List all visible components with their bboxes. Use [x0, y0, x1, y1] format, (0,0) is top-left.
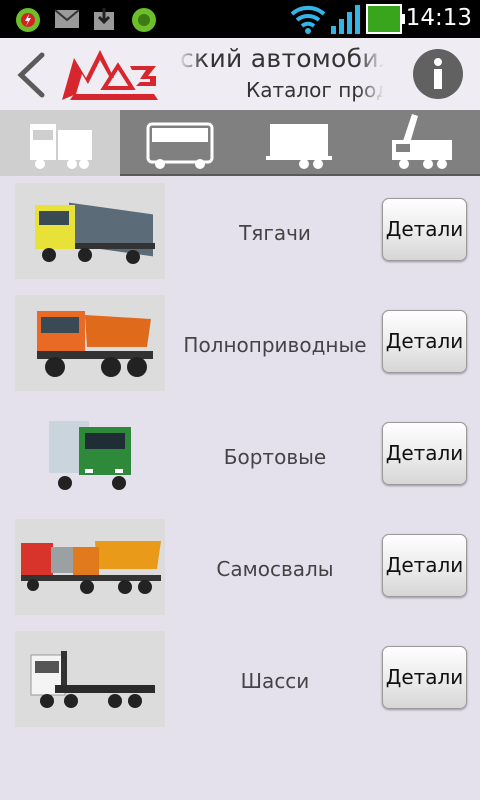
product-label: Шасси: [240, 669, 310, 693]
dump-truck-image: [21, 541, 161, 594]
details-button[interactable]: Детали: [382, 646, 467, 709]
tab-trucks[interactable]: [0, 110, 120, 176]
download-icon: [94, 8, 114, 30]
trailer-icon: [266, 124, 332, 169]
product-thumbnail: [15, 519, 165, 615]
tab-buses[interactable]: [120, 110, 240, 176]
list-item: Бортовые Детали: [0, 402, 480, 514]
details-button[interactable]: Детали: [382, 198, 467, 261]
all-wheel-drive-truck-image: [37, 311, 153, 377]
maz-logo-icon[interactable]: [60, 48, 160, 102]
chassis-image: [30, 651, 155, 708]
product-label: Самосвалы: [216, 557, 334, 581]
product-thumbnail: [15, 295, 165, 391]
product-thumbnail: [15, 407, 165, 503]
antivirus-alert-icon: [16, 8, 40, 32]
header-title: ский автомобил Каталог проду: [178, 44, 384, 106]
crane-icon: [392, 114, 452, 169]
clock: 14:13: [405, 5, 472, 31]
header-title-line1: ский автомобил: [180, 44, 384, 73]
battery-icon: [366, 4, 405, 34]
product-label: Тягачи: [239, 221, 311, 245]
details-button[interactable]: Детали: [382, 422, 467, 485]
antivirus-icon: [132, 8, 156, 32]
wifi-icon: [290, 5, 326, 34]
flatbed-truck-image: [49, 421, 131, 490]
tab-trailers[interactable]: [240, 110, 360, 176]
info-button[interactable]: [413, 49, 463, 99]
info-icon: [434, 58, 442, 89]
mail-icon: [54, 9, 80, 28]
product-thumbnail: [15, 631, 165, 727]
tractor-truck-image: [35, 202, 155, 264]
back-arrow-icon[interactable]: [14, 52, 48, 98]
bus-icon: [146, 122, 214, 169]
product-label: Полноприводные: [183, 333, 367, 357]
status-bar: 14:13: [0, 0, 480, 38]
list-item: Шасси Детали: [0, 626, 480, 738]
details-button[interactable]: Детали: [382, 310, 467, 373]
signal-icon: [331, 5, 360, 34]
details-button[interactable]: Детали: [382, 534, 467, 597]
truck-icon: [30, 124, 92, 169]
app-header: ский автомобил Каталог проду: [0, 38, 480, 110]
list-item: Полноприводные Детали: [0, 290, 480, 402]
list-item: Тягачи Детали: [0, 178, 480, 290]
category-tabs: [0, 110, 480, 176]
product-thumbnail: [15, 183, 165, 279]
tab-cranes[interactable]: [360, 110, 480, 176]
list-item: Самосвалы Детали: [0, 514, 480, 626]
product-label: Бортовые: [223, 445, 327, 469]
